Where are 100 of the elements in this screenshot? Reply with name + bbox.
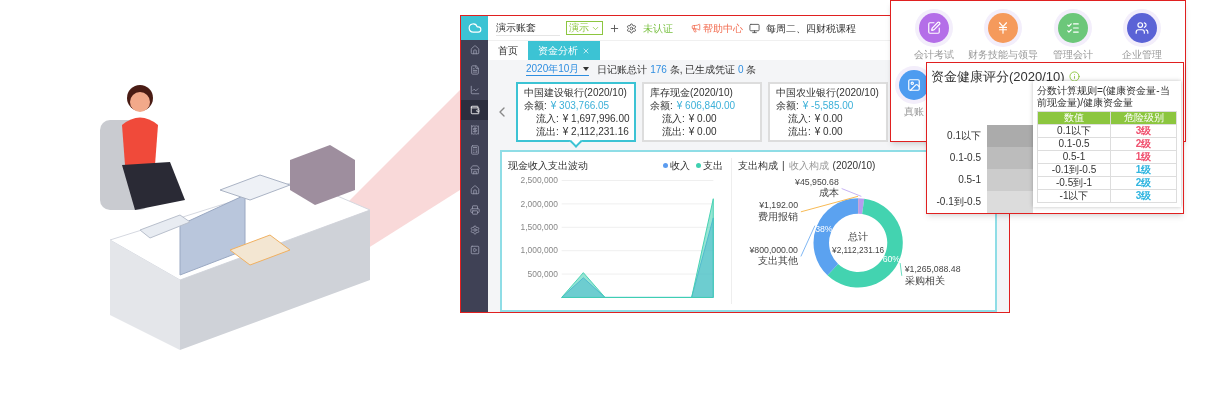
slice-value: ¥45,950.68 <box>795 176 839 187</box>
inflow-label: 流入: <box>536 112 559 125</box>
table-header: 危险级别 <box>1110 111 1177 125</box>
inflow-value: ¥ 0.00 <box>814 112 843 125</box>
outflow-label: 流出: <box>788 125 811 138</box>
course-category[interactable]: 管理会计 <box>1038 13 1108 62</box>
course-category[interactable]: 真账 <box>899 70 929 119</box>
y-axis-label: 2,000,000 <box>520 198 558 209</box>
slice-category: 支出其他 <box>758 255 798 267</box>
table-cell: 0.1-0.5 <box>1037 137 1111 151</box>
chart-tab[interactable]: 收入构成 <box>788 158 829 173</box>
account-select[interactable]: 演示 <box>566 21 603 35</box>
megaphone-icon <box>691 23 701 33</box>
leader-line <box>800 225 816 257</box>
chart-period: (2020/10) <box>832 159 876 173</box>
chart-icon <box>469 85 480 95</box>
document-icon <box>469 65 480 75</box>
app-logo[interactable] <box>461 16 488 40</box>
table-cell: -1以下 <box>1037 189 1111 203</box>
y-axis-label: 1,500,000 <box>520 222 558 233</box>
monitor-icon[interactable] <box>749 22 760 34</box>
course-category[interactable]: 企业管理 <box>1107 13 1177 62</box>
score-band <box>987 146 1033 169</box>
slice-value: ¥800,000.00 <box>749 244 798 255</box>
slice-category: 费用报销 <box>758 210 798 222</box>
score-band <box>987 168 1033 191</box>
slice-category: 成本 <box>818 187 839 199</box>
slice-category: 采购相关 <box>904 274 945 286</box>
table-header: 数值 <box>1037 111 1111 125</box>
store-icon <box>469 165 480 175</box>
caret-icon <box>583 66 590 71</box>
receipt-icon <box>469 125 480 135</box>
help-center-link[interactable]: 帮助中心 <box>691 20 743 36</box>
sidebar-button[interactable] <box>461 100 488 120</box>
table-cell: 0.5-1 <box>1037 150 1111 164</box>
y-axis-label: 500,000 <box>527 268 558 279</box>
account-title: 中国建设银行(2020/10) <box>524 86 628 99</box>
risk-level: 2级 <box>1135 138 1152 149</box>
risk-level: 3级 <box>1135 125 1152 136</box>
score-band <box>987 124 1033 147</box>
period-dropdown[interactable]: 2020年10月 <box>526 62 590 76</box>
score-band <box>987 190 1033 213</box>
balance-label: 余额: <box>524 99 547 112</box>
slice-value: ¥1,265,088.48 <box>904 264 961 274</box>
donut-center-label: 总计 <box>848 230 869 242</box>
account-card[interactable]: 中国农业银行(2020/10) 余额: ¥ -5,585.00 流入: ¥ 0.00 流出: ¥ 0.00 <box>768 82 888 142</box>
calculator-icon <box>469 145 480 155</box>
title-separator: | <box>782 159 785 173</box>
page-tab[interactable]: 首页 <box>488 41 528 60</box>
printer-icon <box>469 205 480 215</box>
settings-icon <box>469 225 480 235</box>
panel-title: 资金健康评分(2020/10) <box>931 68 1065 85</box>
leader-line <box>899 262 903 277</box>
risk-level: 2级 <box>1135 177 1152 188</box>
info-icon[interactable] <box>1068 71 1080 83</box>
slice-percent: 60% <box>882 253 901 264</box>
table-cell: -0.1到-0.5 <box>1037 163 1111 177</box>
slice-percent: 38% <box>815 224 833 235</box>
risk-level: 1级 <box>1135 164 1152 175</box>
balance-label: 余额: <box>776 99 799 112</box>
y-axis-label: 1,000,000 <box>520 245 558 256</box>
legend-item[interactable]: 收入 <box>663 158 690 173</box>
wallet-icon <box>469 105 480 115</box>
inflow-label: 流入: <box>662 112 685 125</box>
play-icon <box>469 245 480 255</box>
score-rule-text: 分数计算规则=(健康资金量-当前现金量)/健康资金量 <box>1037 85 1171 109</box>
account-card[interactable]: 库存现金(2020/10) 余额: ¥ 606,840.00 流入: ¥ 0.00 流出: ¥ 0.00 <box>642 82 762 142</box>
certification-status[interactable]: 未认证 <box>643 20 673 36</box>
settings-icon[interactable] <box>626 22 637 34</box>
account-name: 演示账套 <box>496 20 560 36</box>
page-tab[interactable]: 资金分析 <box>528 41 600 60</box>
table-cell: 0.1以下 <box>1037 124 1111 138</box>
band-label: -0.1到-0.5 <box>935 195 982 209</box>
slice-value: ¥1,192.00 <box>759 199 798 210</box>
balance-value: ¥ 303,766.05 <box>550 99 610 112</box>
band-label: 0.1-0.5 <box>948 151 982 165</box>
chart-title: 现金收入支出波动 <box>508 159 588 173</box>
table-cell: -0.5到-1 <box>1037 176 1111 190</box>
band-label: 0.5-1 <box>957 173 982 187</box>
balance-value: ¥ 606,840.00 <box>676 99 736 112</box>
close-icon[interactable] <box>582 46 590 55</box>
balance-value: ¥ -5,585.00 <box>802 99 854 112</box>
risk-level: 1级 <box>1135 151 1152 162</box>
outflow-value: ¥ 2,112,231.16 <box>562 125 629 138</box>
course-notice[interactable]: 每周二、四财税课程 <box>766 20 856 36</box>
inflow-value: ¥ 1,697,996.00 <box>562 112 630 125</box>
account-title: 库存现金(2020/10) <box>650 86 734 99</box>
outflow-label: 流出: <box>662 125 685 138</box>
course-category[interactable]: 财务技能与领导 <box>968 13 1038 62</box>
risk-level: 3级 <box>1135 190 1152 201</box>
add-icon[interactable] <box>609 22 620 34</box>
course-category[interactable]: 会计考试 <box>899 13 969 62</box>
home-icon <box>469 45 480 55</box>
outflow-value: ¥ 0.00 <box>814 125 843 138</box>
house-icon <box>469 185 480 195</box>
outflow-value: ¥ 0.00 <box>688 125 717 138</box>
legend-item[interactable]: 支出 <box>696 158 723 173</box>
chart-title[interactable]: 支出构成 <box>738 158 778 173</box>
account-title: 中国农业银行(2020/10) <box>776 86 880 99</box>
balance-label: 余额: <box>650 99 673 112</box>
